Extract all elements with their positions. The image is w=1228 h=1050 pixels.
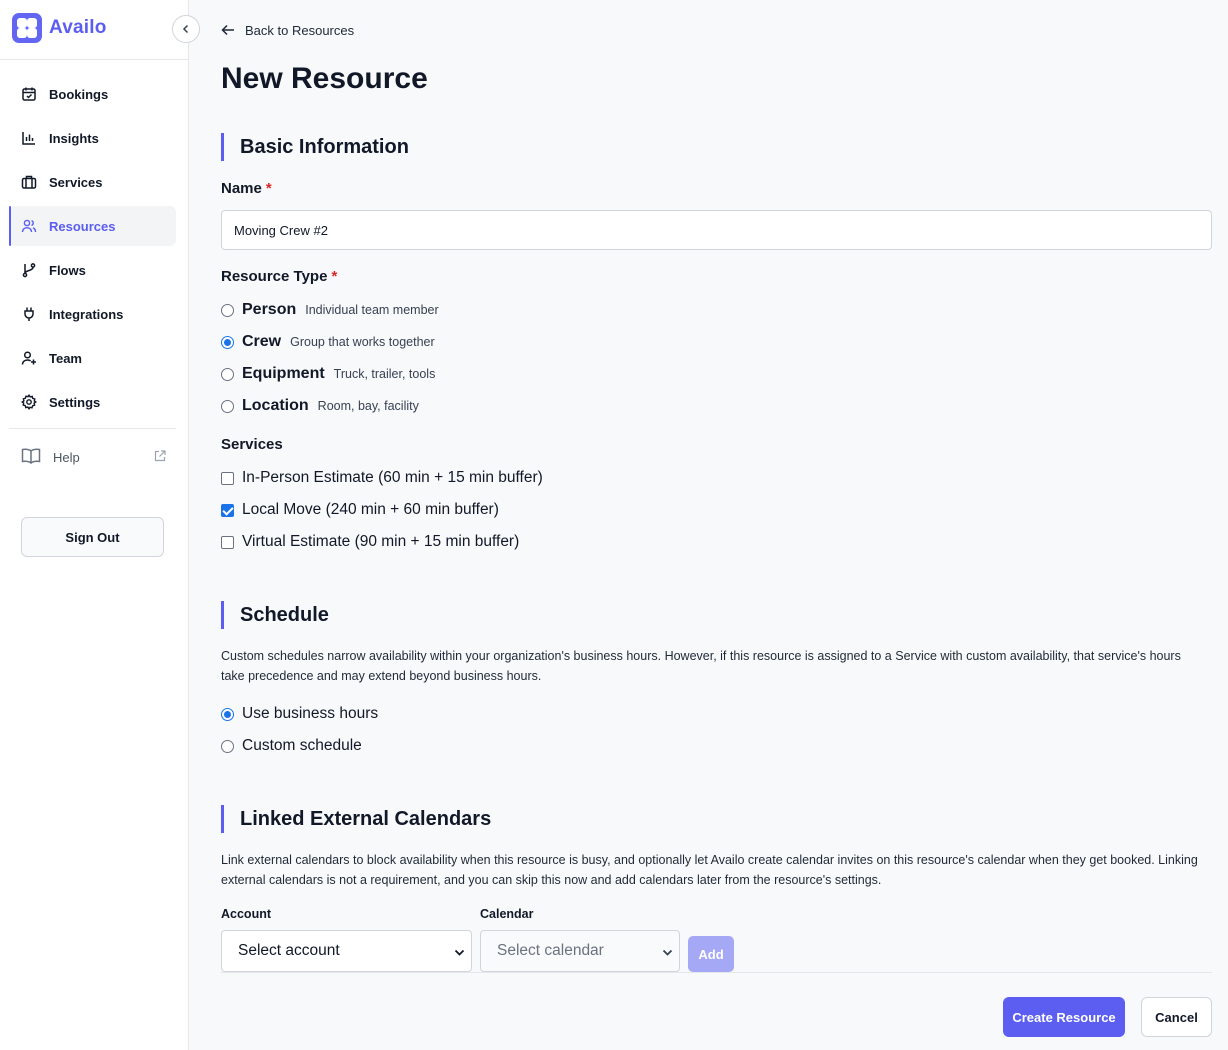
sidebar-item-label: Team (49, 350, 82, 366)
help-label: Help (53, 449, 80, 465)
page-title: New Resource (221, 62, 428, 95)
calendars-description: Link external calendars to block availab… (221, 853, 1198, 887)
brand-name: Availo (49, 17, 107, 38)
radio-button[interactable] (221, 303, 234, 317)
sidebar-item-label: Integrations (49, 306, 124, 322)
required-mark: * (331, 268, 338, 285)
availo-logo-icon (12, 13, 42, 43)
back-to-resources-link[interactable]: Back to Resources (221, 20, 354, 40)
sidebar-item-team[interactable]: Team (9, 338, 176, 378)
collapse-sidebar-button[interactable] (172, 15, 200, 43)
radio-label: Location (242, 397, 309, 414)
schedule-option-custom[interactable]: Custom schedule (221, 735, 362, 757)
sidebar-item-insights[interactable]: Insights (9, 118, 176, 158)
sidebar-item-label: Services (49, 174, 103, 190)
sidebar-item-flows[interactable]: Flows (9, 250, 176, 290)
users-icon (21, 218, 37, 234)
chevron-left-icon (181, 24, 191, 34)
arrow-left-icon (221, 24, 235, 36)
name-input[interactable]: Moving Crew #2 (221, 210, 1212, 250)
radio-description: Group that works together (290, 335, 435, 349)
checkbox-label: In-Person Estimate (60 min + 15 min buff… (242, 469, 543, 486)
radio-button[interactable] (221, 335, 234, 349)
service-option-local-move[interactable]: Local Move (240 min + 60 min buffer) (221, 499, 499, 521)
schedule-description: Custom schedules narrow availability wit… (221, 649, 1181, 683)
section-title-basic-information: Basic Information (221, 133, 409, 161)
section-title-schedule: Schedule (221, 601, 329, 629)
radio-description: Individual team member (305, 303, 439, 317)
checkbox[interactable] (221, 503, 234, 517)
calendar-select[interactable]: Select calendar (480, 930, 680, 972)
required-mark: * (265, 180, 272, 197)
footer-divider (221, 972, 1212, 973)
radio-label: Equipment (242, 365, 325, 382)
radio-button[interactable] (221, 739, 234, 753)
sidebar-item-label: Resources (49, 218, 116, 234)
resource-type-option-location[interactable]: Location Room, bay, facility (221, 395, 419, 417)
resource-type-label-text: Resource Type (221, 268, 328, 285)
checkbox-label: Virtual Estimate (90 min + 15 min buffer… (242, 533, 520, 550)
radio-button[interactable] (221, 399, 234, 413)
radio-label: Crew (242, 333, 282, 350)
services-label: Services (221, 436, 283, 453)
radio-button[interactable] (221, 707, 234, 721)
user-plus-icon (21, 350, 37, 366)
chevron-down-icon (662, 945, 673, 963)
sidebar-divider (0, 59, 188, 60)
service-option-in-person-estimate[interactable]: In-Person Estimate (60 min + 15 min buff… (221, 467, 543, 489)
plug-icon (21, 306, 37, 322)
sidebar-item-label: Insights (49, 130, 99, 146)
account-select-value: Select account (238, 942, 340, 959)
sidebar-item-resources[interactable]: Resources (9, 206, 176, 246)
checkbox-label: Local Move (240 min + 60 min buffer) (242, 501, 499, 518)
sidebar-item-integrations[interactable]: Integrations (9, 294, 176, 334)
sidebar-item-label: Bookings (49, 86, 109, 102)
name-input-value: Moving Crew #2 (234, 222, 328, 238)
radio-description: Truck, trailer, tools (333, 367, 436, 381)
sidebar-divider (9, 428, 176, 429)
sidebar-item-bookings[interactable]: Bookings (9, 74, 176, 114)
cancel-button[interactable]: Cancel (1141, 997, 1212, 1037)
checkbox[interactable] (221, 471, 234, 485)
section-title-linked-calendars: Linked External Calendars (221, 805, 491, 833)
radio-label: Person (242, 301, 297, 318)
sidebar: Availo Bookings Insights Services Resour… (0, 0, 189, 1050)
calendar-select-value: Select calendar (497, 942, 604, 959)
sidebar-item-services[interactable]: Services (9, 162, 176, 202)
resource-type-label: Resource Type * (221, 268, 337, 285)
resource-type-option-crew[interactable]: Crew Group that works together (221, 331, 435, 353)
sidebar-item-label: Flows (49, 262, 86, 278)
add-calendar-button[interactable]: Add (688, 936, 734, 972)
calendar-label: Calendar (480, 907, 534, 921)
sign-out-button[interactable]: Sign Out (21, 517, 164, 557)
sidebar-item-label: Settings (49, 394, 101, 410)
radio-label: Custom schedule (242, 737, 362, 754)
gear-icon (21, 394, 37, 410)
radio-description: Room, bay, facility (317, 399, 419, 413)
calendar-icon (21, 86, 37, 102)
radio-button[interactable] (221, 367, 234, 381)
external-link-icon (154, 449, 166, 465)
account-select[interactable]: Select account (221, 930, 472, 972)
back-label: Back to Resources (245, 22, 355, 38)
git-branch-icon (21, 262, 37, 278)
bar-chart-icon (21, 130, 37, 146)
resource-type-option-person[interactable]: Person Individual team member (221, 299, 439, 321)
name-label: Name * (221, 180, 272, 197)
radio-label: Use business hours (242, 705, 379, 722)
create-resource-button[interactable]: Create Resource (1003, 997, 1125, 1037)
help-link[interactable]: Help (21, 446, 166, 468)
resource-type-option-equipment[interactable]: Equipment Truck, trailer, tools (221, 363, 435, 385)
chevron-down-icon (454, 945, 465, 963)
briefcase-icon (21, 174, 37, 190)
checkbox[interactable] (221, 535, 234, 549)
account-label: Account (221, 907, 271, 921)
service-option-virtual-estimate[interactable]: Virtual Estimate (90 min + 15 min buffer… (221, 531, 519, 553)
sidebar-item-settings[interactable]: Settings (9, 382, 176, 422)
brand[interactable]: Availo (12, 12, 107, 44)
sidebar-nav: Bookings Insights Services Resources Flo… (9, 74, 176, 426)
schedule-option-business-hours[interactable]: Use business hours (221, 703, 378, 725)
name-label-text: Name (221, 180, 262, 197)
book-icon (21, 447, 41, 468)
